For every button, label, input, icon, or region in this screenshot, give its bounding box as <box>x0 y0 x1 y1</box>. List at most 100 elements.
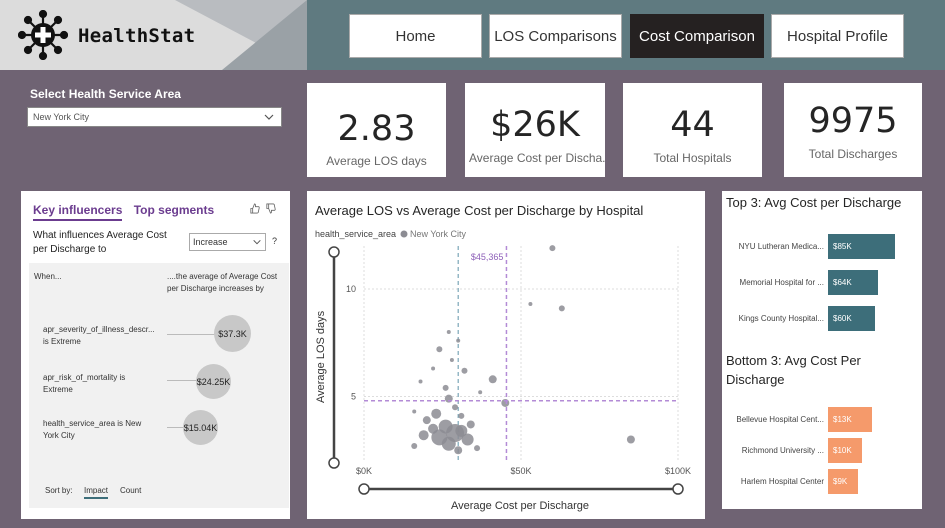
bar-category-label: Memorial Hospital for ... <box>739 278 824 287</box>
y-zoom-handle-top[interactable] <box>328 246 340 258</box>
ki-when-label: When... <box>34 272 62 281</box>
tab-top-segments[interactable]: Top segments <box>134 203 214 219</box>
scatter-point[interactable] <box>458 412 465 419</box>
scatter-chart[interactable]: Average LOS vs Average Cost per Discharg… <box>307 191 705 519</box>
scatter-point[interactable] <box>418 379 423 384</box>
kpi-value: $26K <box>490 105 580 145</box>
ki-question: What influences Average Cost per Dischar… <box>33 230 167 255</box>
slicer-label: Select Health Service Area <box>30 87 181 101</box>
kpi-label: Average LOS days <box>326 154 427 168</box>
kpi-label: Average Cost per Discha... <box>469 151 605 165</box>
tab-key-influencers[interactable]: Key influencers <box>33 203 123 221</box>
ki-help-icon[interactable]: ? <box>272 236 277 246</box>
thumbs-up-icon[interactable] <box>249 203 260 214</box>
scatter-point[interactable] <box>446 330 451 334</box>
ki-tabs: Key influencers Top segments <box>33 203 222 221</box>
nav-cost-comparison-button[interactable]: Cost Comparison <box>630 14 764 58</box>
scatter-point[interactable] <box>478 390 483 395</box>
bar[interactable]: $64K <box>828 270 879 295</box>
scatter-point[interactable] <box>449 357 454 362</box>
scatter-point[interactable] <box>418 430 429 441</box>
y-zoom-handle-bottom[interactable] <box>328 457 340 469</box>
top-bottom-panel: Top 3: Avg Cost per Discharge NYU Luther… <box>722 191 922 509</box>
ki-impact-bubble[interactable]: $24.25K <box>196 364 231 399</box>
scatter-point[interactable] <box>558 305 565 312</box>
scatter-point[interactable] <box>431 366 436 371</box>
scatter-point[interactable] <box>411 442 418 449</box>
y-axis-label: Average LOS days <box>315 310 327 403</box>
ki-impact-bubble[interactable]: $37.3K <box>214 315 251 352</box>
kpi-card-total-discharges: 9975 Total Discharges <box>784 83 922 177</box>
ki-direction-dropdown[interactable]: Increase <box>189 233 266 251</box>
scatter-point[interactable] <box>466 420 475 429</box>
scatter-point[interactable] <box>428 423 439 434</box>
bar-value-label: $9K <box>833 477 848 486</box>
bar-category-label: Richmond University ... <box>741 446 824 455</box>
scatter-point[interactable] <box>549 245 556 252</box>
bar[interactable]: $85K <box>828 234 895 259</box>
legend-marker <box>400 230 408 238</box>
kpi-value: 2.83 <box>337 109 416 149</box>
nav-los-comparisons-button[interactable]: LOS Comparisons <box>489 14 622 58</box>
bar-value-label: $13K <box>833 415 852 424</box>
bar-category-label: Bellevue Hospital Cent... <box>736 415 824 424</box>
bar[interactable]: $9K <box>828 469 859 494</box>
scatter-point[interactable] <box>412 409 417 414</box>
bar-value-label: $60K <box>833 314 852 323</box>
slicer-value: New York City <box>33 112 90 122</box>
x-axis-label: Average Cost per Discharge <box>451 500 589 512</box>
bar-value-label: $64K <box>833 278 852 287</box>
bar[interactable]: $10K <box>828 438 862 463</box>
scatter-point[interactable] <box>441 436 456 451</box>
kpi-label: Total Discharges <box>808 147 898 161</box>
ki-factor-label[interactable]: apr_severity_of_illness_descr... is Extr… <box>43 324 161 348</box>
x-zoom-handle-left[interactable] <box>358 483 370 495</box>
x-tick-label: $0K <box>356 466 372 476</box>
bar-category-label: NYU Lutheran Medica... <box>738 242 824 251</box>
nav-home-button[interactable]: Home <box>349 14 482 58</box>
legend-title: health_service_area <box>315 229 396 239</box>
bar[interactable]: $13K <box>828 407 872 432</box>
bar[interactable]: $60K <box>828 306 876 331</box>
x-zoom-handle-right[interactable] <box>672 483 684 495</box>
kpi-card-avg-cost: $26K Average Cost per Discha... <box>465 83 605 177</box>
y-tick-label: 5 <box>351 392 356 402</box>
kpi-value: 9975 <box>808 101 898 141</box>
kpi-value: 44 <box>670 105 715 145</box>
ki-arrow <box>167 334 217 335</box>
scatter-point[interactable] <box>436 346 443 353</box>
thumbs-down-icon[interactable] <box>265 203 276 214</box>
bottom3-title: Bottom 3: Avg Cost Per Discharge <box>726 353 861 387</box>
scatter-point[interactable] <box>488 375 497 384</box>
sort-impact-option[interactable]: Impact <box>84 485 109 499</box>
nav-hospital-profile-button[interactable]: Hospital Profile <box>771 14 904 58</box>
ki-factor-label[interactable]: health_service_area is New York City <box>43 418 153 442</box>
health-cross-logo-icon <box>18 10 68 60</box>
bar-value-label: $10K <box>833 446 852 455</box>
health-service-area-dropdown[interactable]: New York City <box>27 107 282 127</box>
scatter-point[interactable] <box>528 302 533 307</box>
scatter-point[interactable] <box>431 408 442 419</box>
ki-arrow <box>167 427 184 428</box>
kpi-card-total-hospitals: 44 Total Hospitals <box>623 83 762 177</box>
scatter-point[interactable] <box>456 338 461 343</box>
scatter-point[interactable] <box>461 367 468 374</box>
scatter-point[interactable] <box>452 404 459 411</box>
ki-impact-bubble[interactable]: $15.04K <box>183 410 218 445</box>
sort-count-option[interactable]: Count <box>120 485 141 497</box>
scatter-point[interactable] <box>442 384 449 391</box>
scatter-chart-panel: Average LOS vs Average Cost per Discharg… <box>307 191 705 519</box>
scatter-point[interactable] <box>461 433 474 446</box>
ki-factor-label[interactable]: apr_risk_of_mortality is Extreme <box>43 372 143 396</box>
scatter-point[interactable] <box>454 446 463 455</box>
scatter-point[interactable] <box>422 416 431 425</box>
ki-arrow <box>167 380 197 381</box>
ki-direction-value: Increase <box>193 237 228 247</box>
x-tick-label: $50K <box>510 466 531 476</box>
logo-decoration <box>222 0 307 70</box>
kpi-label: Total Hospitals <box>653 151 732 165</box>
app-name: HealthStat <box>78 25 196 47</box>
chart-title: Average LOS vs Average Cost per Discharg… <box>315 203 643 218</box>
scatter-point[interactable] <box>474 445 481 452</box>
scatter-point[interactable] <box>626 435 635 444</box>
